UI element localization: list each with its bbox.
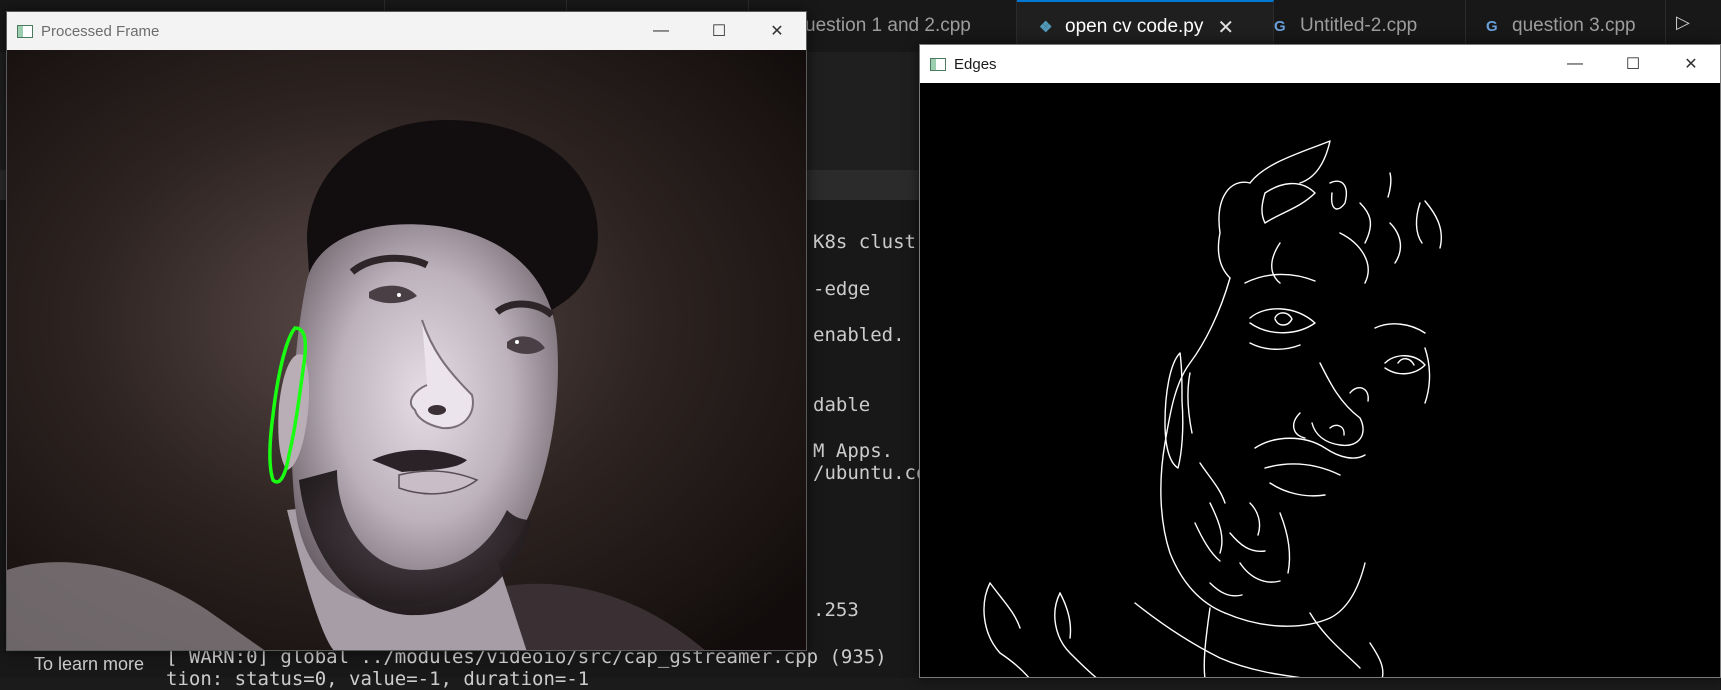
terminal-line: /ubuntu.co	[813, 462, 928, 484]
edges-image	[920, 83, 1720, 677]
learn-more-text: To learn more	[34, 654, 145, 674]
terminal-line: enabled.	[813, 324, 905, 346]
camera-frame	[7, 50, 806, 650]
close-icon[interactable]: ✕	[1217, 15, 1234, 40]
edge-shoulder-left	[983, 582, 1030, 677]
maximize-icon[interactable]: ☐	[1604, 45, 1662, 83]
cpp-icon: G	[1486, 17, 1498, 35]
window-title: Processed Frame	[41, 22, 160, 40]
terminal-line: -edge	[813, 278, 871, 300]
edges-window[interactable]: Edges — ☐ ✕	[919, 44, 1721, 678]
edge-map	[983, 140, 1442, 677]
edges-titlebar[interactable]: Edges — ☐ ✕	[920, 45, 1720, 83]
processed-frame-image	[7, 50, 806, 650]
terminal-line: .253	[813, 599, 859, 621]
edge-hair	[1217, 181, 1251, 279]
edge-ear	[1164, 352, 1184, 469]
opencv-window-icon	[17, 24, 33, 38]
edge-face-outline	[1160, 277, 1231, 614]
tab-label: question 3.cpp	[1512, 15, 1636, 36]
edge-nose	[1311, 362, 1364, 447]
python-icon: ❖	[1039, 19, 1053, 36]
terminal-line: dable	[813, 394, 871, 416]
maximize-icon[interactable]: ☐	[690, 12, 748, 50]
processed-frame-titlebar[interactable]: Processed Frame — ☐ ✕	[7, 12, 806, 50]
minimize-icon[interactable]: —	[1546, 45, 1604, 83]
close-icon[interactable]: ✕	[748, 12, 806, 50]
tab-label: uestion 1 and 2.cpp	[805, 15, 971, 36]
tab-label: Untitled-2.cpp	[1300, 15, 1418, 36]
terminal-line: tion: status=0, value=-1, duration=-1	[166, 668, 590, 690]
run-icon[interactable]: ▷	[1676, 12, 1706, 40]
close-icon[interactable]: ✕	[1662, 45, 1720, 83]
minimize-icon[interactable]: —	[632, 12, 690, 50]
tab-label: open cv code.py	[1065, 16, 1204, 37]
cpp-icon: G	[1274, 17, 1286, 35]
opencv-window-icon	[930, 57, 946, 71]
processed-frame-window[interactable]: Processed Frame — ☐ ✕	[6, 11, 807, 651]
edge-mouth	[1254, 437, 1366, 459]
terminal-line: M Apps.	[813, 440, 894, 462]
window-title: Edges	[954, 55, 997, 73]
terminal-line: K8s clust	[813, 231, 916, 253]
